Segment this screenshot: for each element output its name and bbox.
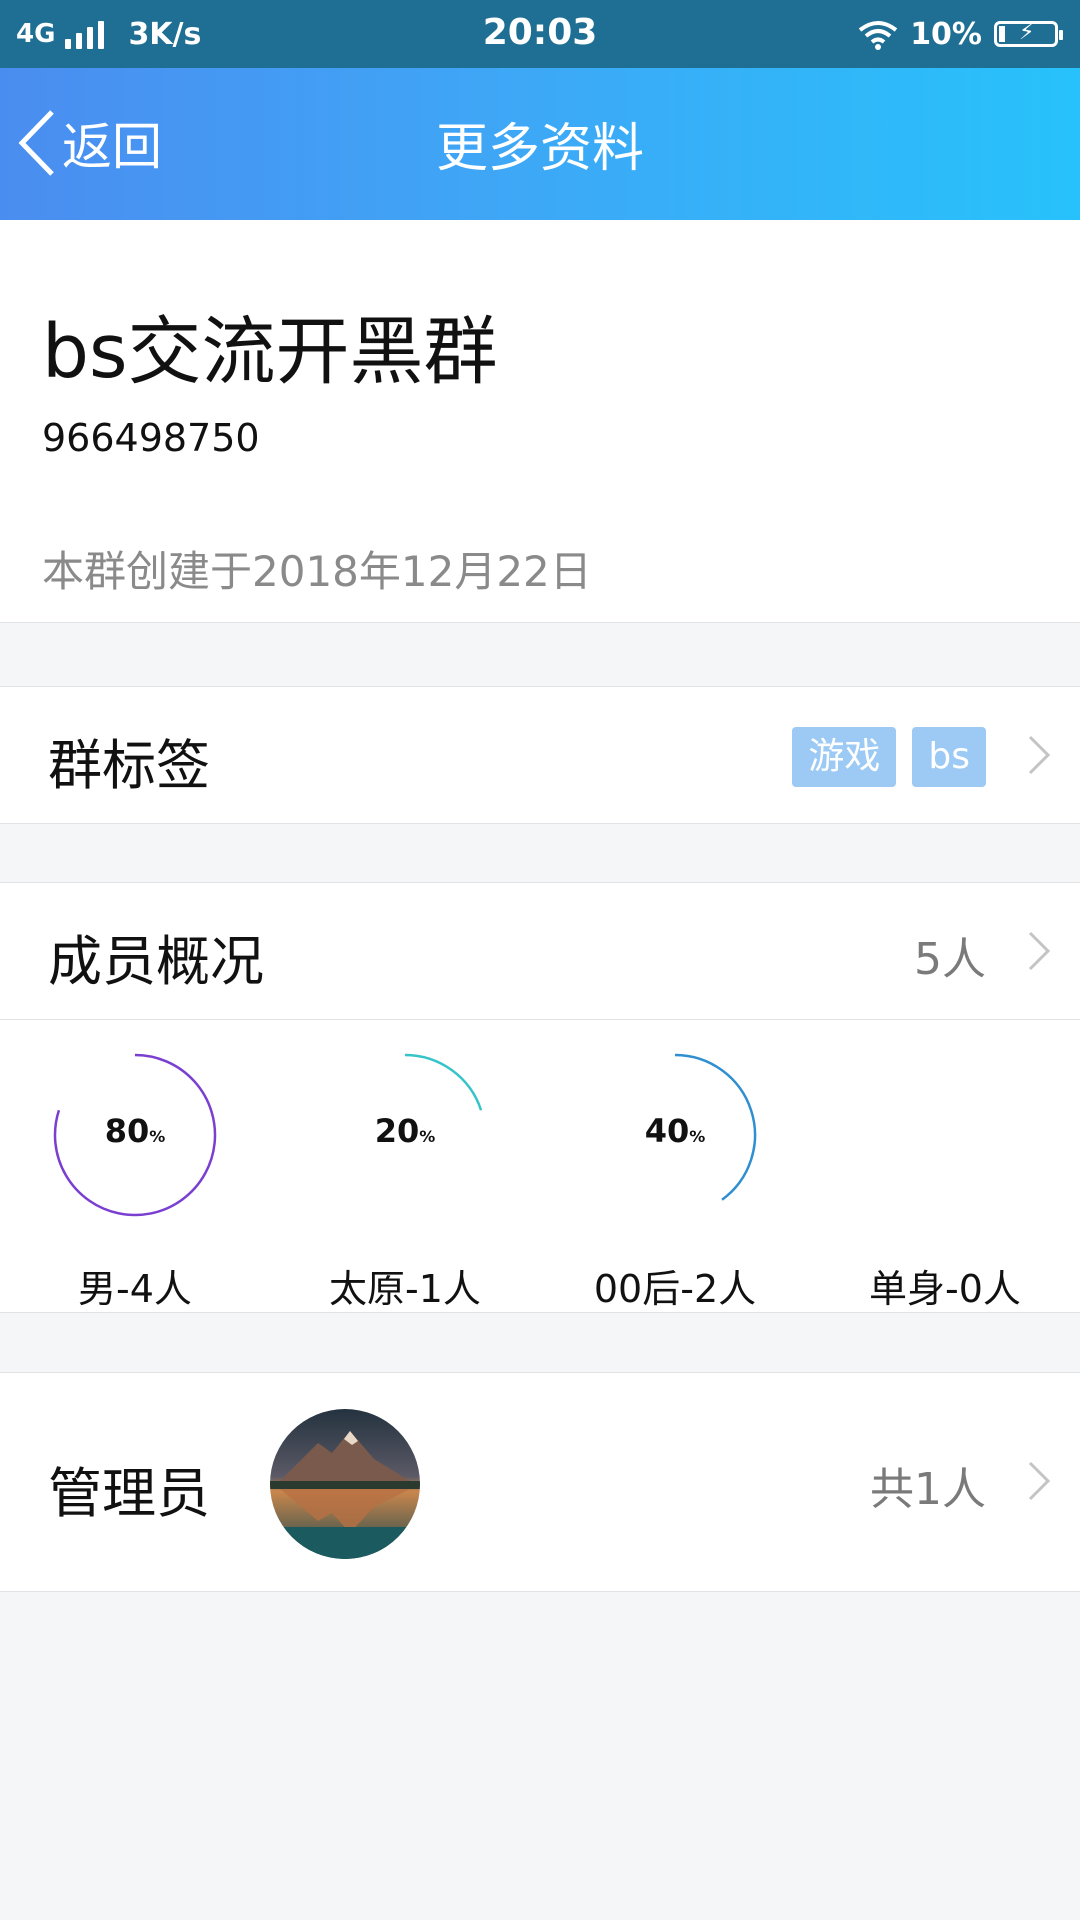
group-info-card: bs交流开黑群 966498750 本群创建于2018年12月22日 (0, 220, 1080, 623)
stat-item: 单身-0人 (810, 1050, 1080, 1311)
status-right: 10% ⚡ (858, 12, 1063, 56)
nav-bar: 返回 更多资料 (0, 68, 1080, 220)
member-count: 5人 (914, 934, 986, 985)
group-tags-row[interactable]: 群标签 游戏 bs (0, 686, 1080, 824)
wifi-icon (858, 21, 898, 50)
avatar[interactable] (270, 1409, 420, 1559)
group-tags-label: 群标签 (48, 734, 210, 797)
chevron-right-icon (1028, 931, 1051, 971)
member-overview-row[interactable]: 成员概况 5人 (0, 882, 1080, 1020)
group-name: bs交流开黑群 (42, 309, 498, 395)
tag-list: 游戏 bs (792, 727, 986, 787)
admin-row[interactable]: 管理员 共1人 (0, 1372, 1080, 1592)
page-title: 更多资料 (435, 119, 644, 179)
stat-percent: 80% (104, 1112, 166, 1150)
stat-label: 太原-1人 (329, 1267, 481, 1311)
stat-percent: 20% (374, 1112, 436, 1150)
group-id: 966498750 (42, 416, 260, 460)
stat-label: 男-4人 (78, 1267, 192, 1311)
tag-badge: bs (912, 727, 986, 787)
chevron-right-icon (1028, 735, 1051, 775)
chevron-right-icon (1028, 1461, 1051, 1501)
member-overview-label: 成员概况 (48, 930, 264, 993)
stat-percent: 40% (644, 1112, 706, 1150)
progress-ring (860, 1050, 1030, 1220)
group-created-date: 本群创建于2018年12月22日 (42, 547, 592, 596)
admin-count: 共1人 (870, 1464, 986, 1515)
admin-label: 管理员 (48, 1462, 210, 1525)
stat-item: 20% 太原-1人 (270, 1050, 540, 1311)
tag-badge: 游戏 (792, 727, 897, 787)
stat-item: 80% 男-4人 (0, 1050, 270, 1311)
header: 4G 3K/s 20:03 10% ⚡ 返回 更多资料 (0, 0, 1080, 220)
status-bar: 4G 3K/s 20:03 10% ⚡ (0, 0, 1080, 68)
stat-label: 单身-0人 (869, 1267, 1021, 1311)
stat-label: 00后-2人 (593, 1267, 757, 1311)
battery-charging-icon: ⚡ (994, 20, 1063, 47)
member-stats: 80% 男-4人 20% 太原-1人 40% 00后-2人 单身-0人 (0, 1020, 1080, 1313)
stat-item: 40% 00后-2人 (540, 1050, 810, 1311)
battery-percent: 10% (910, 16, 982, 52)
